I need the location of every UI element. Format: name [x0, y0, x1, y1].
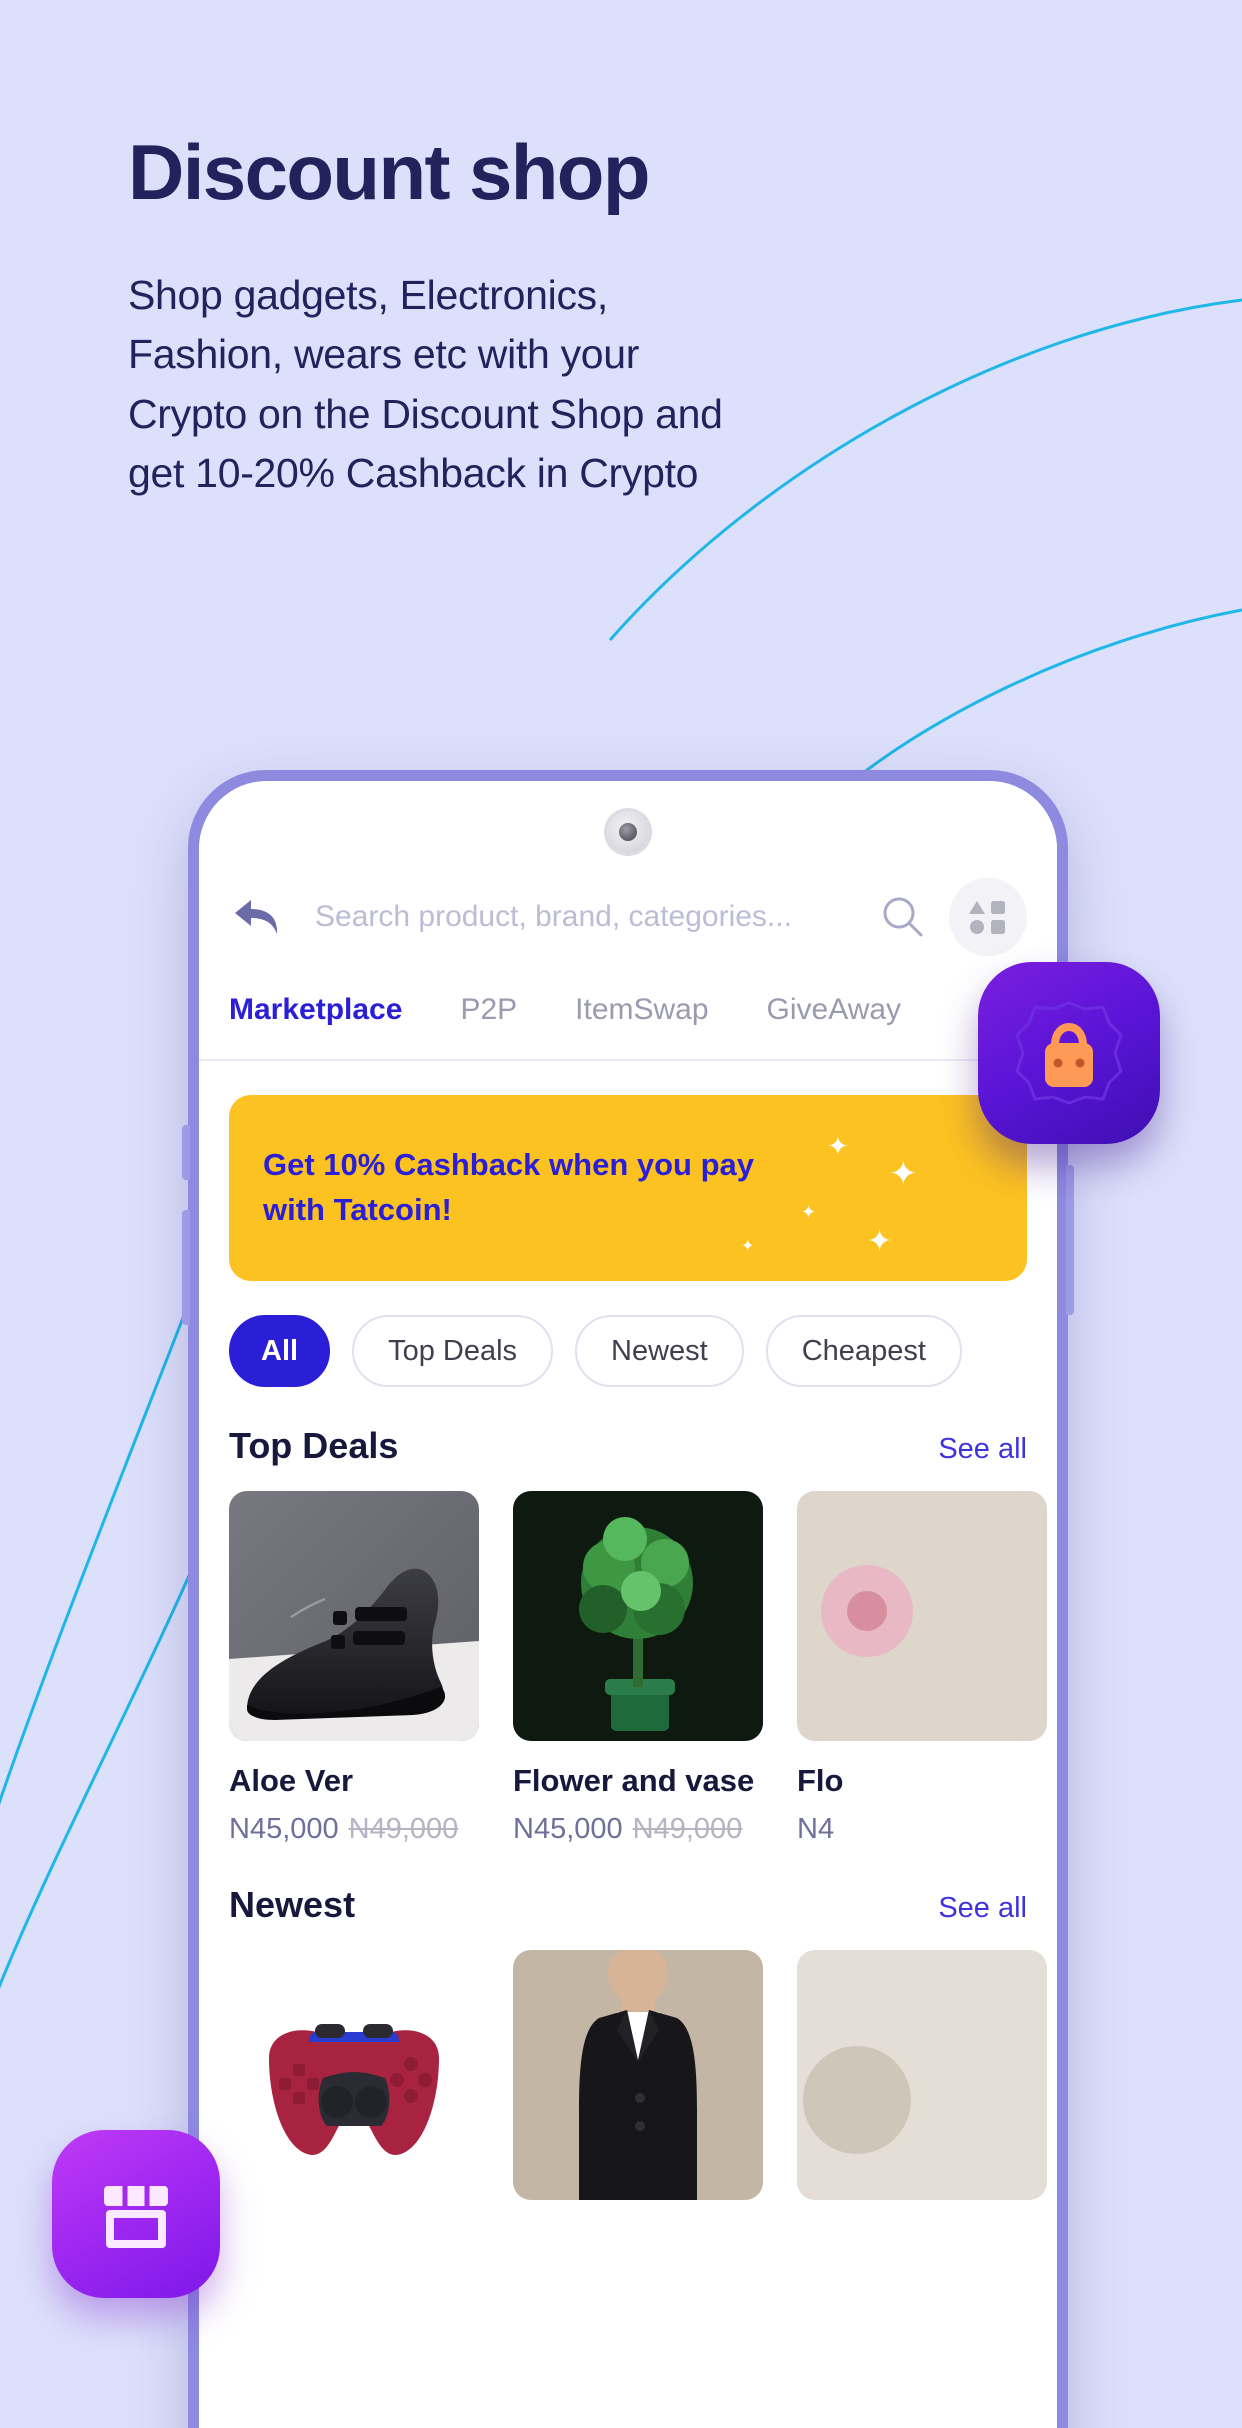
volume-down-button[interactable]: [182, 1210, 190, 1325]
search-icon[interactable]: [873, 887, 933, 947]
product-card[interactable]: Flo N4: [797, 1491, 1047, 1846]
tab-itemswap[interactable]: ItemSwap: [575, 987, 708, 1033]
tab-p2p[interactable]: P2P: [460, 987, 517, 1033]
hero-subtitle: Shop gadgets, Electronics, Fashion, wear…: [128, 271, 723, 497]
product-image-cut-off: [797, 1950, 1047, 2200]
product-price-current: N45,000: [513, 1813, 623, 1845]
product-price-current: N4: [797, 1813, 835, 1845]
product-price: N45,000 N49,000: [513, 1813, 763, 1846]
star-decoration: ✦: [741, 1238, 755, 1255]
section-header-newest: Newest See all: [199, 1846, 1057, 1926]
star-decoration: ✦: [889, 1155, 918, 1193]
tab-bar: Marketplace P2P ItemSwap GiveAway: [199, 965, 1057, 1033]
product-card[interactable]: [229, 1950, 479, 2200]
product-card[interactable]: Aloe Ver N45,000 N49,000: [229, 1491, 479, 1846]
hero-section: Discount shop Shop gadgets, Electronics,…: [128, 128, 1088, 504]
product-image-black-sneaker: [229, 1491, 479, 1741]
section-title: Newest: [229, 1884, 356, 1925]
see-all-link-newest[interactable]: See all: [938, 1892, 1027, 1925]
product-card[interactable]: Flower and vase N45,000 N49,000: [513, 1491, 763, 1846]
product-card[interactable]: [513, 1950, 763, 2200]
product-price-current: N45,000: [229, 1813, 339, 1845]
filter-chip-newest[interactable]: Newest: [575, 1315, 744, 1387]
front-camera-icon: [607, 811, 649, 853]
product-image-red-game-controller: [229, 1950, 479, 2200]
back-arrow-icon[interactable]: [229, 889, 285, 945]
star-decoration: ✦: [827, 1131, 849, 1161]
section-title: Top Deals: [229, 1425, 399, 1466]
page-root: Discount shop Shop gadgets, Electronics,…: [0, 0, 1242, 2428]
filter-chip-cheapest[interactable]: Cheapest: [765, 1315, 962, 1387]
product-row-top-deals[interactable]: Aloe Ver N45,000 N49,000 Flower and vase…: [199, 1467, 1057, 1846]
app-viewport: Marketplace P2P ItemSwap GiveAway Get 10…: [199, 781, 1057, 2428]
section-header-top-deals: Top Deals See all: [199, 1387, 1057, 1467]
star-decoration: ✦: [801, 1202, 817, 1222]
see-all-link-top-deals[interactable]: See all: [938, 1433, 1027, 1466]
categories-grid-icon[interactable]: [949, 878, 1027, 956]
page-title: Discount shop: [128, 128, 650, 216]
product-row-newest[interactable]: [199, 1926, 1057, 2200]
filter-chips: All Top Deals Newest Cheapest: [199, 1281, 1057, 1387]
product-name: Flower and vase: [513, 1763, 755, 1798]
filter-chip-top-deals[interactable]: Top Deals: [352, 1315, 554, 1387]
search-input[interactable]: [285, 900, 873, 934]
star-decoration: ✦: [867, 1225, 893, 1258]
product-price: N45,000 N49,000: [229, 1813, 479, 1846]
tab-marketplace[interactable]: Marketplace: [229, 987, 402, 1033]
phone-mockup: Marketplace P2P ItemSwap GiveAway Get 10…: [182, 770, 1074, 2428]
product-price-original: N49,000: [348, 1813, 459, 1845]
product-name: Flo: [797, 1763, 844, 1798]
product-card[interactable]: [797, 1950, 1047, 2200]
product-price-original: N49,000: [632, 1813, 743, 1845]
power-button[interactable]: [1066, 1165, 1074, 1315]
product-price: N4: [797, 1813, 1047, 1846]
shopping-bag-app-icon[interactable]: [978, 962, 1160, 1144]
product-image-potted-plant: [513, 1491, 763, 1741]
product-image-man-in-black-suit: [513, 1950, 763, 2200]
tab-giveaway[interactable]: GiveAway: [767, 987, 902, 1033]
tab-divider: [199, 1059, 1057, 1061]
product-name: Aloe Ver: [229, 1763, 354, 1798]
filter-chip-all[interactable]: All: [229, 1315, 331, 1387]
search-bar: [199, 869, 1057, 965]
phone-screen: Marketplace P2P ItemSwap GiveAway Get 10…: [199, 781, 1057, 2428]
volume-up-button[interactable]: [182, 1125, 190, 1180]
store-app-icon[interactable]: [52, 2130, 220, 2298]
cashback-banner-text: Get 10% Cashback when you pay with Tatco…: [263, 1147, 755, 1227]
product-image-flower-cut-off: [797, 1491, 1047, 1741]
cashback-banner[interactable]: Get 10% Cashback when you pay with Tatco…: [229, 1095, 1027, 1281]
